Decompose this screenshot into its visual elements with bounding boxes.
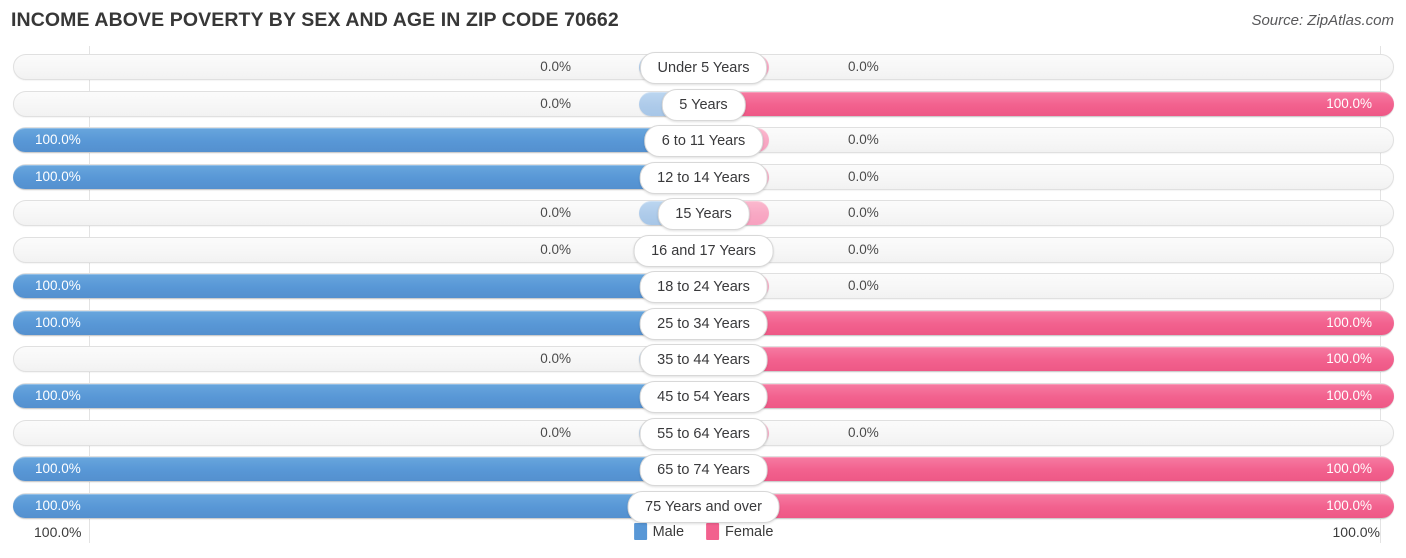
bar-male[interactable] [13, 457, 704, 482]
bar-value-female: 0.0% [848, 59, 879, 74]
bar-value-female: 100.0% [1326, 497, 1372, 513]
bar-female[interactable] [703, 493, 1394, 518]
legend-label-male: Male [652, 523, 685, 540]
bar-value-female: 0.0% [848, 132, 879, 148]
chart-row: 0.0% 100.0% 5 Years [13, 88, 1394, 121]
chart-row: 0.0% 0.0% 16 and 17 Years [13, 234, 1394, 267]
category-label: 65 to 74 Years [639, 454, 768, 487]
chart-row: 100.0% 0.0% 18 to 24 Years [13, 271, 1394, 304]
bar-value-female: 100.0% [1326, 387, 1372, 403]
bar-value-male: 0.0% [540, 205, 571, 221]
axis-max-right: 100.0% [1332, 524, 1380, 540]
bar-value-male: 100.0% [35, 387, 81, 403]
bar-value-male: 0.0% [540, 59, 571, 74]
category-label: 5 Years [661, 88, 746, 121]
category-label: 55 to 64 Years [639, 417, 768, 450]
bar-value-female: 0.0% [848, 205, 879, 221]
bar-female[interactable] [703, 91, 1394, 116]
category-label: 75 Years and over [627, 490, 780, 523]
chart-row: 100.0% 100.0% 65 to 74 Years [13, 454, 1394, 487]
bar-value-female: 100.0% [1326, 461, 1372, 477]
bar-male[interactable] [13, 383, 704, 408]
chart-row: 0.0% 0.0% 15 Years [13, 198, 1394, 231]
legend-swatch-female-icon [706, 523, 720, 540]
bar-value-male: 100.0% [35, 278, 81, 294]
bar-value-female: 100.0% [1326, 314, 1372, 330]
chart-row: 100.0% 0.0% 12 to 14 Years [13, 161, 1394, 194]
chart-legend: Male Female [633, 523, 773, 540]
chart-footer: 100.0% Male Female 100.0% [13, 522, 1394, 546]
bar-value-male: 0.0% [540, 95, 571, 111]
bar-value-male: 100.0% [35, 497, 81, 513]
legend-label-female: Female [725, 523, 774, 540]
category-label: 18 to 24 Years [639, 271, 768, 304]
axis-max-left: 100.0% [34, 524, 82, 540]
chart-plot-area: 0.0% 0.0% Under 5 Years 0.0% 100.0% 5 Years 10… [13, 46, 1394, 543]
chart-row: 0.0% 100.0% 35 to 44 Years [13, 344, 1394, 377]
chart-row: 100.0% 0.0% 6 to 11 Years [13, 125, 1394, 158]
page-title: INCOME ABOVE POVERTY BY SEX AND AGE IN Z… [11, 9, 619, 31]
category-label: 15 Years [657, 198, 750, 231]
bar-value-male: 0.0% [540, 241, 571, 257]
bar-value-female: 0.0% [848, 424, 879, 440]
bar-male[interactable] [13, 274, 704, 299]
bar-male[interactable] [13, 310, 704, 335]
bar-female[interactable] [703, 383, 1394, 408]
bar-value-male: 100.0% [35, 461, 81, 477]
bar-value-male: 100.0% [35, 132, 81, 148]
category-label: 25 to 34 Years [639, 307, 768, 340]
bar-female[interactable] [703, 310, 1394, 335]
bar-female[interactable] [703, 347, 1394, 372]
legend-item-female[interactable]: Female [706, 523, 773, 540]
bar-value-male: 100.0% [35, 168, 81, 184]
chart-row: 100.0% 100.0% 45 to 54 Years [13, 380, 1394, 413]
bar-value-female: 0.0% [848, 278, 879, 294]
bar-male[interactable] [13, 164, 704, 189]
bar-male[interactable] [13, 128, 704, 153]
bar-value-female: 100.0% [1326, 95, 1372, 111]
legend-swatch-male-icon [633, 523, 647, 540]
category-label: 35 to 44 Years [639, 344, 768, 377]
legend-item-male[interactable]: Male [633, 523, 685, 540]
bar-value-male: 0.0% [540, 351, 571, 367]
bar-value-male: 100.0% [35, 314, 81, 330]
category-label: 6 to 11 Years [643, 125, 764, 158]
category-label: 16 and 17 Years [633, 234, 774, 267]
bar-value-female: 0.0% [848, 241, 879, 257]
bar-male[interactable] [13, 493, 704, 518]
chart-header: INCOME ABOVE POVERTY BY SEX AND AGE IN Z… [0, 0, 1406, 44]
chart-row: 0.0% 0.0% Under 5 Years [13, 52, 1394, 84]
bar-value-female: 0.0% [848, 168, 879, 184]
category-label: Under 5 Years [639, 52, 768, 84]
chart-row: 100.0% 100.0% 75 Years and over [13, 490, 1394, 523]
bar-value-female: 100.0% [1326, 351, 1372, 367]
chart-row: 0.0% 0.0% 55 to 64 Years [13, 417, 1394, 450]
source-attribution: Source: ZipAtlas.com [1251, 12, 1394, 29]
chart-row: 100.0% 100.0% 25 to 34 Years [13, 307, 1394, 340]
bar-female[interactable] [703, 457, 1394, 482]
category-label: 12 to 14 Years [639, 161, 768, 194]
bar-value-male: 0.0% [540, 424, 571, 440]
category-label: 45 to 54 Years [639, 380, 768, 413]
